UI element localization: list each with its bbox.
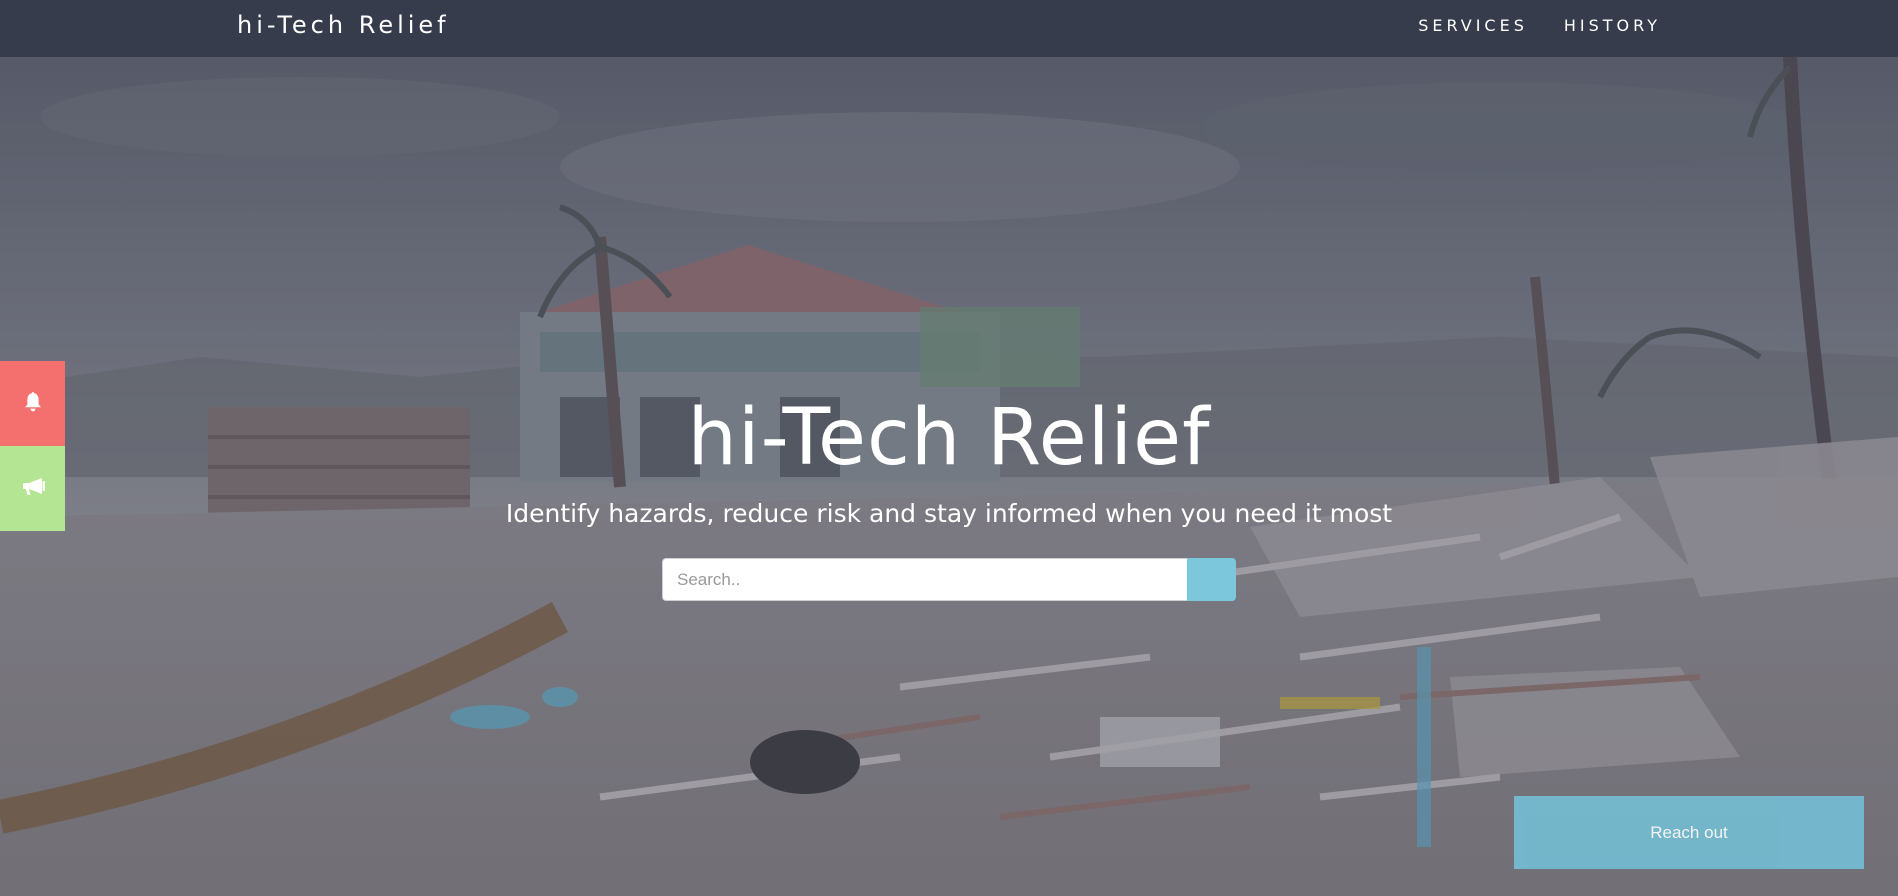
hero-title: hi-Tech Relief (687, 393, 1211, 483)
search-button[interactable] (662, 558, 1236, 601)
megaphone-icon (20, 475, 46, 503)
announcement-button[interactable] (0, 446, 65, 531)
nav-links: SERVICES HISTORY (1382, 0, 1661, 51)
alert-button[interactable] (0, 361, 65, 446)
bell-icon (21, 390, 45, 418)
hero-section: hi-Tech Relief Identify hazards, reduce … (0, 57, 1898, 896)
brand-logo-link[interactable]: hi-Tech Relief (237, 0, 450, 51)
top-navbar: hi-Tech Relief SERVICES HISTORY (0, 0, 1898, 57)
search-bar (662, 558, 1236, 601)
hero-content: hi-Tech Relief Identify hazards, reduce … (0, 57, 1898, 896)
reach-out-button[interactable]: Reach out (1514, 796, 1864, 869)
hero-subtitle: Identify hazards, reduce risk and stay i… (505, 499, 1393, 528)
nav-link-history[interactable]: HISTORY (1564, 0, 1661, 51)
search-input[interactable] (662, 558, 1187, 601)
nav-link-services[interactable]: SERVICES (1418, 0, 1528, 51)
